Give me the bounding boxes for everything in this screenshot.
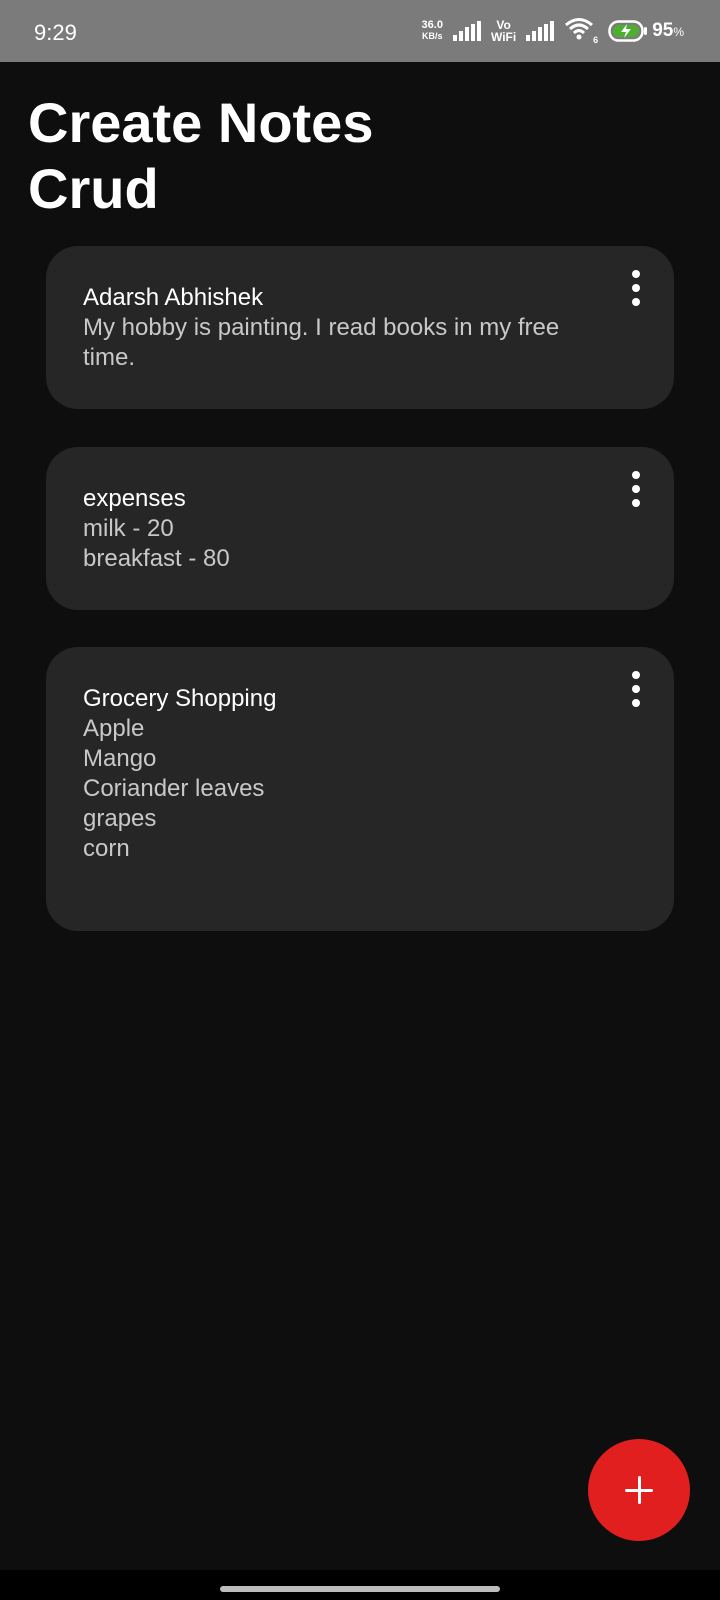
- note-card[interactable]: Grocery Shopping Apple Mango Coriander l…: [46, 647, 674, 931]
- battery-percent-value: 95: [652, 20, 674, 41]
- battery-percent-sign: %: [673, 25, 684, 39]
- vowifi-label: Vo WiFi: [491, 19, 516, 43]
- note-title: Grocery Shopping: [83, 685, 277, 712]
- vowifi-signal-icon: [526, 21, 555, 41]
- battery: 95%: [608, 20, 684, 42]
- signal-icon: [452, 21, 481, 41]
- more-vert-icon: [632, 699, 640, 707]
- status-bar: 9:29 36.0 KB/s Vo WiFi 6 95%: [0, 0, 720, 62]
- note-body: milk - 20 breakfast - 80: [83, 515, 230, 572]
- note-body: Apple Mango Coriander leaves grapes corn: [83, 715, 265, 862]
- home-indicator[interactable]: [220, 1586, 500, 1592]
- more-vert-icon: [632, 485, 640, 493]
- note-card[interactable]: expenses milk - 20 breakfast - 80: [46, 447, 674, 610]
- net-speed-unit: KB/s: [422, 31, 443, 41]
- wifi-slot-label: 6: [593, 35, 599, 45]
- navigation-bar: [0, 1570, 720, 1600]
- more-vert-icon: [632, 284, 640, 292]
- net-speed: 36.0 KB/s: [422, 20, 443, 42]
- note-card[interactable]: Adarsh Abhishek My hobby is painting. I …: [46, 246, 674, 409]
- battery-percent: 95%: [652, 20, 684, 42]
- more-vert-icon: [632, 471, 640, 479]
- note-body: My hobby is painting. I read books in my…: [83, 314, 560, 371]
- more-vert-icon: [632, 685, 640, 693]
- net-speed-value: 36.0: [421, 19, 443, 31]
- more-options-button[interactable]: [624, 270, 648, 306]
- more-vert-icon: [632, 298, 640, 306]
- app-screen: 9:29 36.0 KB/s Vo WiFi 6 95% Create Note…: [0, 0, 720, 1600]
- plus-icon-vertical: [637, 1476, 641, 1504]
- status-icons: 36.0 KB/s Vo WiFi 6 95%: [422, 16, 684, 46]
- status-time: 9:29: [34, 20, 77, 45]
- note-title: expenses: [83, 485, 186, 512]
- more-vert-icon: [632, 671, 640, 679]
- wifi-label: WiFi: [490, 30, 517, 44]
- more-options-button[interactable]: [624, 671, 648, 707]
- more-vert-icon: [632, 270, 640, 278]
- more-options-button[interactable]: [624, 471, 648, 507]
- page-title: Create Notes Crud: [28, 91, 374, 220]
- add-note-button[interactable]: [588, 1439, 690, 1541]
- note-title: Adarsh Abhishek: [83, 284, 264, 311]
- more-vert-icon: [632, 499, 640, 507]
- wifi-icon: 6: [564, 17, 598, 45]
- battery-charging-icon: [608, 20, 648, 42]
